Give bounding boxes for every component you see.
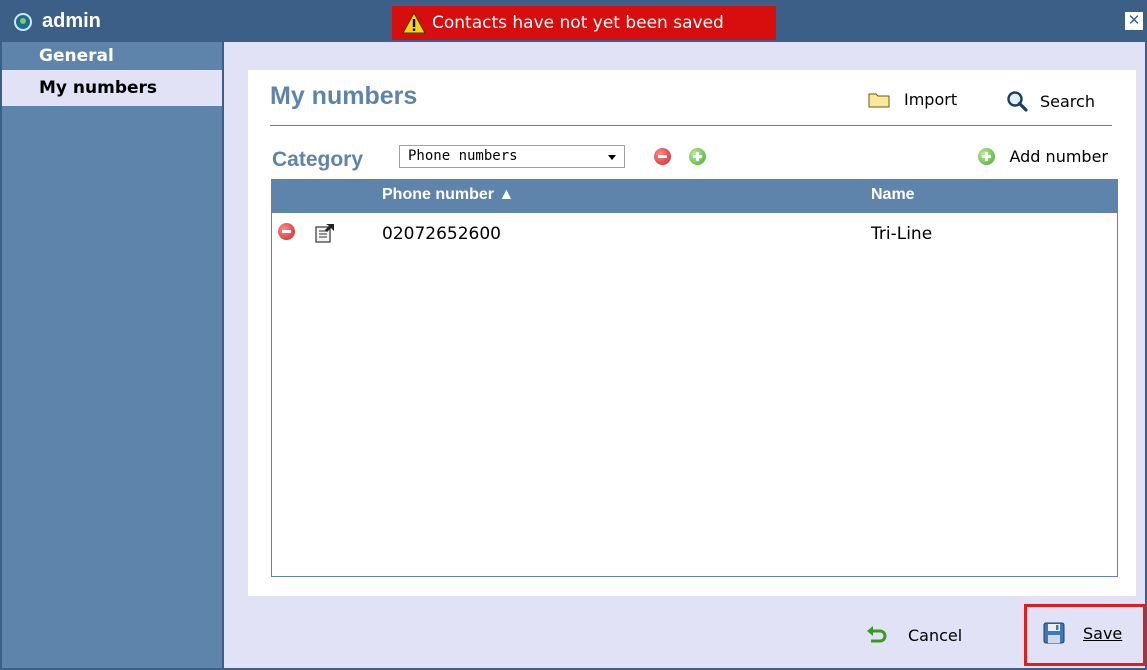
page-title: My numbers [270,82,418,110]
table-row[interactable]: 02072652600 Tri-Line [272,213,1117,257]
remove-category-button[interactable] [654,148,671,165]
save-button[interactable]: Save [1043,622,1122,644]
chevron-down-icon [608,155,616,160]
properties-icon[interactable] [314,222,336,244]
search-button[interactable]: Search [1006,90,1095,112]
table-header: Phone number ▲ Name [272,180,1117,213]
numbers-table: Phone number ▲ Name 02072652600 Tri-Line [271,179,1118,577]
sidebar-item-general[interactable]: General [2,42,222,70]
cancel-button[interactable]: Cancel [866,625,962,645]
undo-arrow-icon [867,626,887,643]
delete-row-button[interactable] [278,223,295,240]
add-number-button[interactable]: Add number [978,147,1108,166]
column-header-phone[interactable]: Phone number ▲ [382,186,514,204]
my-numbers-panel: My numbers Import Search Category Phone … [248,70,1136,596]
add-category-button[interactable] [689,148,706,165]
window-title: admin [42,10,101,32]
banner-text: Contacts have not yet been saved [432,13,724,33]
column-header-name[interactable]: Name [871,186,915,204]
category-select[interactable]: Phone numbers [399,145,625,168]
cancel-label: Cancel [908,625,963,645]
unsaved-warning-banner: Contacts have not yet been saved [392,6,776,40]
floppy-disk-icon [1043,622,1065,644]
globe-icon [14,13,32,31]
import-label: Import [904,90,958,109]
close-icon[interactable]: ✕ [1125,12,1143,30]
title-bar: admin Contacts have not yet been saved ✕ [2,2,1145,42]
warning-icon [402,12,426,34]
dialog-window: admin Contacts have not yet been saved ✕… [0,0,1147,670]
phone-cell: 02072652600 [382,224,501,244]
name-cell: Tri-Line [871,224,933,244]
sidebar: General My numbers [2,42,224,668]
folder-icon [868,93,890,108]
import-button[interactable]: Import [868,90,957,109]
search-label: Search [1040,91,1095,111]
save-label: Save [1083,623,1123,643]
title-divider [270,125,1112,126]
category-label: Category [272,148,364,171]
magnifier-icon [1007,91,1028,112]
plus-circle-icon [978,148,996,165]
sidebar-item-my-numbers[interactable]: My numbers [2,70,222,106]
category-select-value: Phone numbers [408,148,518,164]
add-number-label: Add number [1009,147,1108,166]
